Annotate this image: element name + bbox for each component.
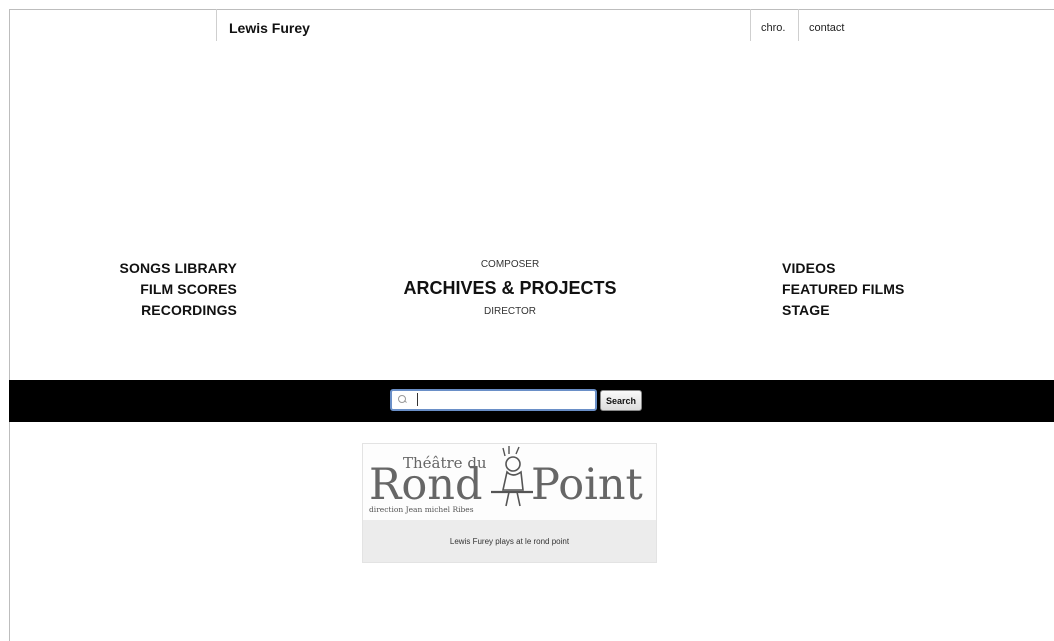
logo-main-right: Point [531,460,643,510]
search-button[interactable]: Search [600,390,643,411]
text-cursor [417,393,418,406]
nav-composer[interactable]: COMPOSER [360,258,660,272]
clown-figure-icon [491,446,533,507]
search-icon [398,395,406,403]
nav-archives-projects[interactable]: ARCHIVES & PROJECTS [360,275,660,301]
nav-center: COMPOSER ARCHIVES & PROJECTS DIRECTOR [360,258,660,319]
logo-sub: direction Jean michel Ribes [369,505,474,514]
nav-videos[interactable]: VIDEOS [782,258,904,279]
site-title-link[interactable]: Lewis Furey [216,9,310,41]
search-bar: Search [9,380,1054,422]
header: Lewis Furey chro. contact [0,9,1054,41]
chrono-link[interactable]: chro. [750,9,785,41]
promo-caption[interactable]: Lewis Furey plays at le rond point [363,520,656,562]
nav-featured-films[interactable]: FEATURED FILMS [782,279,904,300]
search-input[interactable] [390,389,597,411]
nav-director[interactable]: DIRECTOR [360,305,660,319]
nav-recordings[interactable]: RECORDINGS [120,300,237,321]
nav-stage[interactable]: STAGE [782,300,904,321]
logo-main-left: Rond [369,460,482,510]
nav-left: SONGS LIBRARY FILM SCORES RECORDINGS [120,258,237,321]
nav-film-scores[interactable]: FILM SCORES [120,279,237,300]
nav-songs-library[interactable]: SONGS LIBRARY [120,258,237,279]
contact-link[interactable]: contact [798,9,844,41]
promo-card[interactable]: Théâtre du Rond Point direction Jean mic… [362,443,657,563]
nav-right: VIDEOS FEATURED FILMS STAGE [782,258,904,321]
rond-point-logo[interactable]: Théâtre du Rond Point direction Jean mic… [363,444,656,520]
